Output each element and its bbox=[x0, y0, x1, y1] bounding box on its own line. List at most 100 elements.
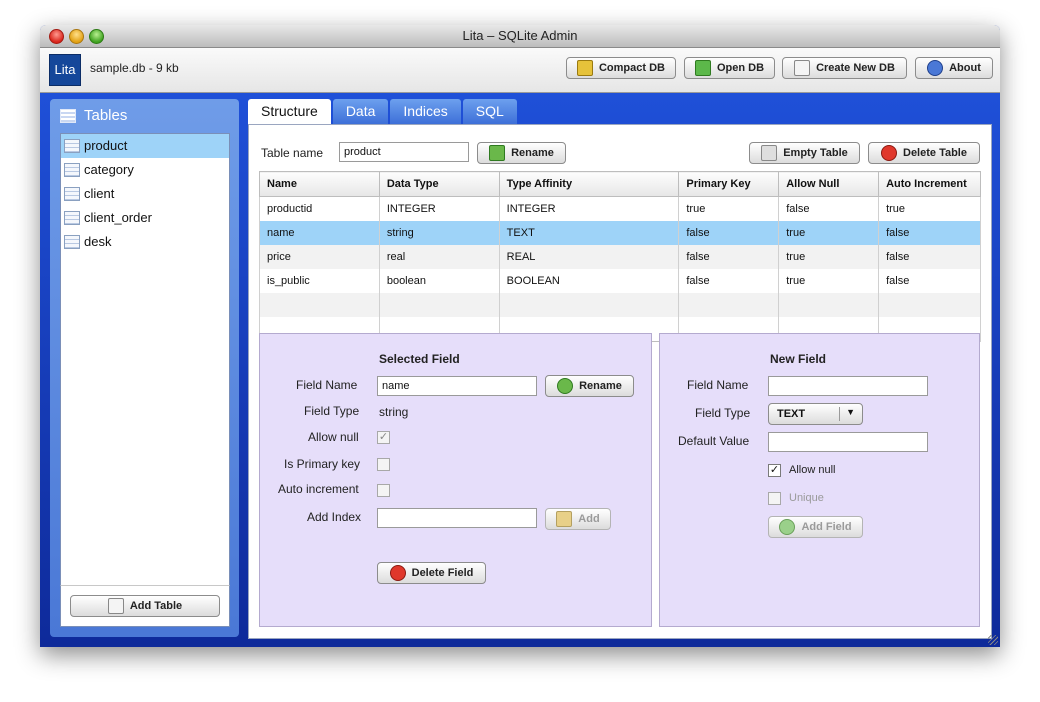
table-row[interactable]: name string TEXT false true false bbox=[259, 221, 981, 245]
unique-label: Unique bbox=[789, 492, 824, 504]
main-area: Tables product category client client_or… bbox=[40, 93, 1000, 647]
sidebar-item-category[interactable]: category bbox=[61, 158, 229, 182]
default-value-input[interactable] bbox=[768, 432, 928, 452]
column-header[interactable]: Auto Increment bbox=[878, 171, 981, 197]
table-icon bbox=[64, 187, 80, 201]
tables-header: Tables bbox=[60, 107, 127, 124]
new-field-name-label: Field Name bbox=[687, 378, 749, 392]
tab-data[interactable]: Data bbox=[332, 99, 389, 124]
field-name-input[interactable] bbox=[377, 376, 537, 396]
table-row[interactable]: price real REAL false true false bbox=[259, 245, 981, 269]
window-title: Lita – SQLite Admin bbox=[462, 28, 578, 43]
add-index-input[interactable] bbox=[377, 508, 537, 528]
key-icon bbox=[556, 511, 573, 527]
rename-table-button[interactable]: Rename bbox=[477, 142, 566, 164]
sidebar-item-desk[interactable]: desk bbox=[61, 230, 229, 254]
is-primary-key-checkbox bbox=[377, 458, 390, 471]
close-window-icon[interactable] bbox=[49, 29, 64, 44]
auto-increment-label: Auto increment bbox=[278, 482, 359, 496]
sidebar-item-client-order[interactable]: client_order bbox=[61, 206, 229, 230]
sidebar-item-client[interactable]: client bbox=[61, 182, 229, 206]
table-cell: TEXT bbox=[498, 221, 680, 245]
tables-title: Tables bbox=[84, 107, 128, 124]
selected-field-title: Selected Field bbox=[379, 352, 460, 366]
empty-table-button[interactable]: Empty Table bbox=[749, 142, 860, 164]
table-header-row: Name Data Type Type Affinity Primary Key… bbox=[259, 171, 981, 197]
structure-panel: Table name Rename Empty Table Delete Tab… bbox=[248, 124, 992, 639]
column-header[interactable]: Allow Null bbox=[778, 171, 880, 197]
table-row[interactable]: is_public boolean BOOLEAN false true fal… bbox=[259, 269, 981, 293]
delete-table-label: Delete Table bbox=[903, 147, 967, 159]
open-db-label: Open DB bbox=[716, 62, 765, 74]
zoom-window-icon[interactable] bbox=[89, 29, 104, 44]
table-cell: false bbox=[878, 269, 981, 293]
field-type-select[interactable]: TEXT ▼ bbox=[768, 403, 863, 425]
unique-checkbox[interactable] bbox=[768, 492, 781, 505]
allow-null-checkbox: ✓ bbox=[377, 431, 390, 444]
tab-indices[interactable]: Indices bbox=[390, 99, 461, 124]
table-list: product category client client_order des… bbox=[60, 133, 230, 587]
rename-field-button[interactable]: Rename bbox=[545, 375, 634, 397]
rename-icon bbox=[489, 145, 506, 161]
db-info: sample.db - 9 kb bbox=[90, 61, 179, 75]
column-header[interactable]: Name bbox=[259, 171, 380, 197]
new-field-type-label: Field Type bbox=[695, 406, 751, 420]
sidebar-item-product[interactable]: product bbox=[61, 134, 229, 158]
column-header[interactable]: Data Type bbox=[378, 171, 500, 197]
delete-table-button[interactable]: Delete Table bbox=[868, 142, 980, 164]
minimize-window-icon[interactable] bbox=[69, 29, 84, 44]
table-icon bbox=[64, 163, 80, 177]
table-cell: true bbox=[678, 196, 780, 221]
new-field-name-input[interactable] bbox=[768, 376, 928, 396]
table-name-label: Table name bbox=[261, 146, 324, 160]
table-cell: true bbox=[778, 221, 880, 245]
default-value-label: Default Value bbox=[678, 434, 750, 448]
empty-cell bbox=[259, 293, 380, 317]
title-bar: Lita – SQLite Admin bbox=[40, 25, 1000, 48]
add-table-icon bbox=[107, 598, 124, 614]
allow-null-label: Allow null bbox=[308, 430, 359, 444]
about-label: About bbox=[949, 62, 981, 74]
table-cell: REAL bbox=[498, 245, 680, 269]
table-cell: productid bbox=[259, 196, 380, 221]
add-table-button[interactable]: Add Table bbox=[70, 595, 220, 617]
sidebar-item-label: client bbox=[84, 186, 115, 201]
compact-db-button[interactable]: Compact DB bbox=[566, 57, 676, 79]
table-row[interactable]: productid INTEGER INTEGER true false tru… bbox=[259, 196, 981, 221]
fields-table: Name Data Type Type Affinity Primary Key… bbox=[259, 171, 981, 342]
dropdown-arrow-icon: ▼ bbox=[846, 407, 855, 417]
table-cell: false bbox=[678, 245, 780, 269]
open-db-button[interactable]: Open DB bbox=[684, 57, 775, 79]
new-document-icon bbox=[794, 60, 811, 76]
new-field-panel: New Field Field Name Field Type TEXT ▼ D… bbox=[659, 333, 980, 627]
delete-field-button[interactable]: Delete Field bbox=[377, 562, 486, 584]
app-window: Lita – SQLite Admin Lita sample.db - 9 k… bbox=[40, 25, 1000, 647]
about-button[interactable]: About bbox=[915, 57, 993, 79]
field-name-label: Field Name bbox=[296, 378, 358, 392]
add-index-button[interactable]: Add bbox=[545, 508, 611, 530]
add-icon bbox=[779, 519, 796, 535]
create-new-db-button[interactable]: Create New DB bbox=[782, 57, 907, 79]
table-icon bbox=[64, 211, 80, 225]
select-separator bbox=[839, 407, 840, 421]
column-header[interactable]: Primary Key bbox=[678, 171, 780, 197]
empty-cell bbox=[678, 293, 780, 317]
table-cell: boolean bbox=[378, 269, 500, 293]
table-name-input[interactable] bbox=[339, 142, 469, 162]
tables-sidebar: Tables product category client client_or… bbox=[50, 99, 239, 637]
open-icon bbox=[694, 60, 711, 76]
compact-db-label: Compact DB bbox=[598, 62, 665, 74]
add-index-label: Add Index bbox=[307, 510, 362, 524]
new-allow-null-checkbox[interactable]: ✓ bbox=[768, 464, 781, 477]
create-new-db-label: Create New DB bbox=[816, 62, 895, 74]
toolbar: Lita sample.db - 9 kb Compact DB Open DB… bbox=[40, 48, 1000, 93]
resize-grip-icon[interactable] bbox=[988, 635, 998, 645]
table-icon bbox=[64, 235, 80, 249]
tab-sql[interactable]: SQL bbox=[462, 99, 517, 124]
tab-structure[interactable]: Structure bbox=[248, 99, 331, 124]
table-cell: true bbox=[778, 245, 880, 269]
column-header[interactable]: Type Affinity bbox=[498, 171, 680, 197]
field-type-label: Field Type bbox=[304, 404, 360, 418]
add-field-button[interactable]: Add Field bbox=[768, 516, 863, 538]
selected-field-panel: Selected Field Field Name Rename Field T… bbox=[259, 333, 652, 627]
